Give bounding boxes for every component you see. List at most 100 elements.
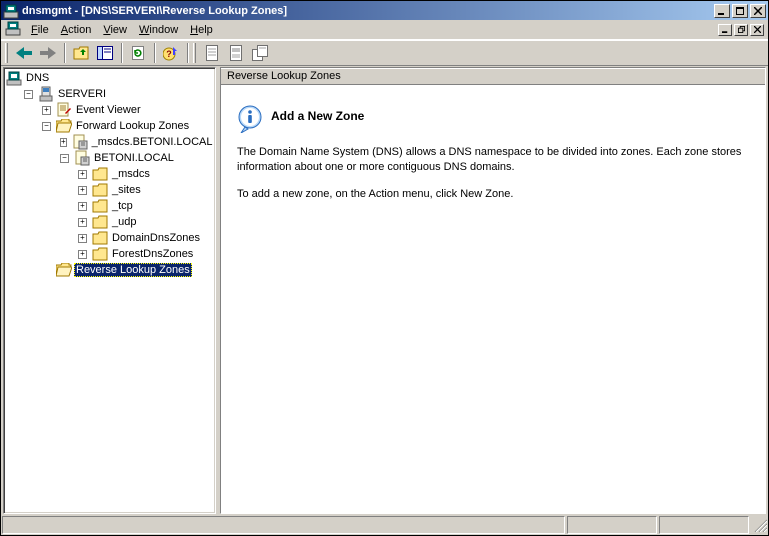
menu-action[interactable]: Action (55, 22, 98, 38)
tree-node-udp[interactable]: +_udp (78, 214, 213, 230)
help-button[interactable]: ? (160, 42, 182, 64)
show-hide-tree-button[interactable] (94, 42, 116, 64)
mdi-controls (718, 24, 764, 36)
toolbar-handle[interactable] (5, 43, 8, 63)
mdi-close-button[interactable] (750, 24, 764, 36)
mdi-minimize-button[interactable] (718, 24, 732, 36)
menu-window[interactable]: Window (133, 22, 184, 38)
tree-node-server[interactable]: − SERVERI (24, 86, 213, 102)
tree-node-label: Event Viewer (74, 104, 143, 116)
tree-node-label: DNS (24, 72, 51, 84)
tree-node-label: BETONI.LOCAL (92, 152, 176, 164)
expand-icon[interactable]: + (78, 202, 87, 211)
expand-icon[interactable]: + (78, 234, 87, 243)
tree-node-betoni-local[interactable]: − BETONI.LOCAL (60, 150, 213, 166)
tree-node-flz[interactable]: − Forward Lookup Zones (42, 118, 213, 134)
menu-help-label: elp (198, 24, 213, 36)
minimize-button[interactable] (714, 4, 730, 18)
tool-button-1[interactable] (201, 42, 223, 64)
collapse-icon[interactable]: − (24, 90, 33, 99)
resize-grip[interactable] (751, 516, 767, 534)
toolbar: ? (1, 40, 768, 66)
tree-node-rlz[interactable]: Reverse Lookup Zones (42, 262, 213, 278)
expand-icon[interactable]: + (78, 170, 87, 179)
app-icon (3, 3, 19, 19)
toolbar-separator (121, 43, 122, 63)
window-title: dnsmgmt - [DNS\SERVERI\Reverse Lookup Zo… (22, 5, 714, 17)
menu-window-label: indow (149, 24, 178, 36)
tree-node-sites[interactable]: + _sites (78, 182, 213, 198)
folder-icon (92, 182, 108, 198)
tree-node-forestdns[interactable]: + ForestDnsZones (78, 246, 213, 262)
folder-icon (92, 214, 108, 230)
event-viewer-icon (56, 102, 72, 118)
collapse-icon[interactable]: − (60, 154, 69, 163)
folder-icon (92, 230, 108, 246)
menu-file-label: ile (38, 24, 49, 36)
expand-icon[interactable]: + (42, 106, 51, 115)
expand-icon[interactable]: + (78, 218, 87, 227)
tool-button-2[interactable] (225, 42, 247, 64)
menu-file[interactable]: File (25, 22, 55, 38)
tree-node-label: _tcp (110, 200, 135, 212)
twisty-empty (42, 266, 51, 275)
tree-node-label: ForestDnsZones (110, 248, 195, 260)
dns-icon (6, 70, 22, 86)
refresh-button[interactable] (127, 42, 149, 64)
status-pane-2 (567, 516, 657, 534)
up-button[interactable] (70, 42, 92, 64)
tree-node-domaindns[interactable]: + DomainDnsZones (78, 230, 213, 246)
title-bar: dnsmgmt - [DNS\SERVERI\Reverse Lookup Zo… (1, 1, 768, 20)
expand-icon[interactable]: + (78, 250, 87, 259)
toolbar-separator (187, 43, 188, 63)
tree-node-label: DomainDnsZones (110, 232, 202, 244)
content-body: Add a New Zone The Domain Name System (D… (221, 85, 765, 513)
toolbar-handle[interactable] (193, 43, 196, 63)
tree: DNS − SERVERI + Event Vie (6, 70, 213, 278)
tree-node-label: SERVERI (56, 88, 108, 100)
client-area: DNS − SERVERI + Event Vie (3, 67, 766, 514)
svg-text:?: ? (166, 49, 172, 59)
back-button[interactable] (13, 42, 35, 64)
expand-icon[interactable]: + (78, 186, 87, 195)
mdi-app-icon[interactable] (5, 20, 21, 39)
tree-node-tcp[interactable]: + _tcp (78, 198, 213, 214)
toolbar-separator (154, 43, 155, 63)
maximize-button[interactable] (732, 4, 748, 18)
folder-open-icon (56, 262, 72, 278)
menu-action-label: ction (68, 24, 91, 36)
tree-pane[interactable]: DNS − SERVERI + Event Vie (3, 67, 216, 514)
menu-help[interactable]: Help (184, 22, 219, 38)
tree-node-label: _sites (110, 184, 143, 196)
tree-node-msdcs-betoni[interactable]: + _msdcs.BETONI.LOCAL (60, 134, 213, 150)
close-button[interactable] (750, 4, 766, 18)
tree-node-event-viewer[interactable]: + Event Viewer (42, 102, 213, 118)
zone-icon (74, 150, 90, 166)
forward-button[interactable] (37, 42, 59, 64)
status-pane-main (2, 516, 565, 534)
menu-view[interactable]: View (97, 22, 133, 38)
info-block: Add a New Zone (237, 105, 749, 129)
menu-view-label: iew (110, 24, 127, 36)
folder-icon (92, 246, 108, 262)
mdi-restore-button[interactable] (734, 24, 748, 36)
info-icon (237, 105, 261, 129)
content-pane: Reverse Lookup Zones Add a New Zone The … (220, 67, 766, 514)
status-bar (2, 516, 767, 534)
folder-icon (92, 166, 108, 182)
tool-button-3[interactable] (249, 42, 271, 64)
info-title: Add a New Zone (271, 105, 364, 123)
tree-node-label: _msdcs.BETONI.LOCAL (90, 136, 215, 148)
status-pane-3 (659, 516, 749, 534)
content-paragraph-1: The Domain Name System (DNS) allows a DN… (237, 145, 749, 175)
collapse-icon[interactable]: − (42, 122, 51, 131)
tree-node-label: _msdcs (110, 168, 152, 180)
content-paragraph-2: To add a new zone, on the Action menu, c… (237, 187, 749, 202)
tree-node-label: Forward Lookup Zones (74, 120, 191, 132)
tree-node-dns[interactable]: DNS (6, 70, 213, 86)
folder-icon (92, 198, 108, 214)
tree-node-msdcs[interactable]: + _msdcs (78, 166, 213, 182)
toolbar-separator (64, 43, 65, 63)
content-header[interactable]: Reverse Lookup Zones (221, 68, 765, 85)
expand-icon[interactable]: + (60, 138, 67, 147)
